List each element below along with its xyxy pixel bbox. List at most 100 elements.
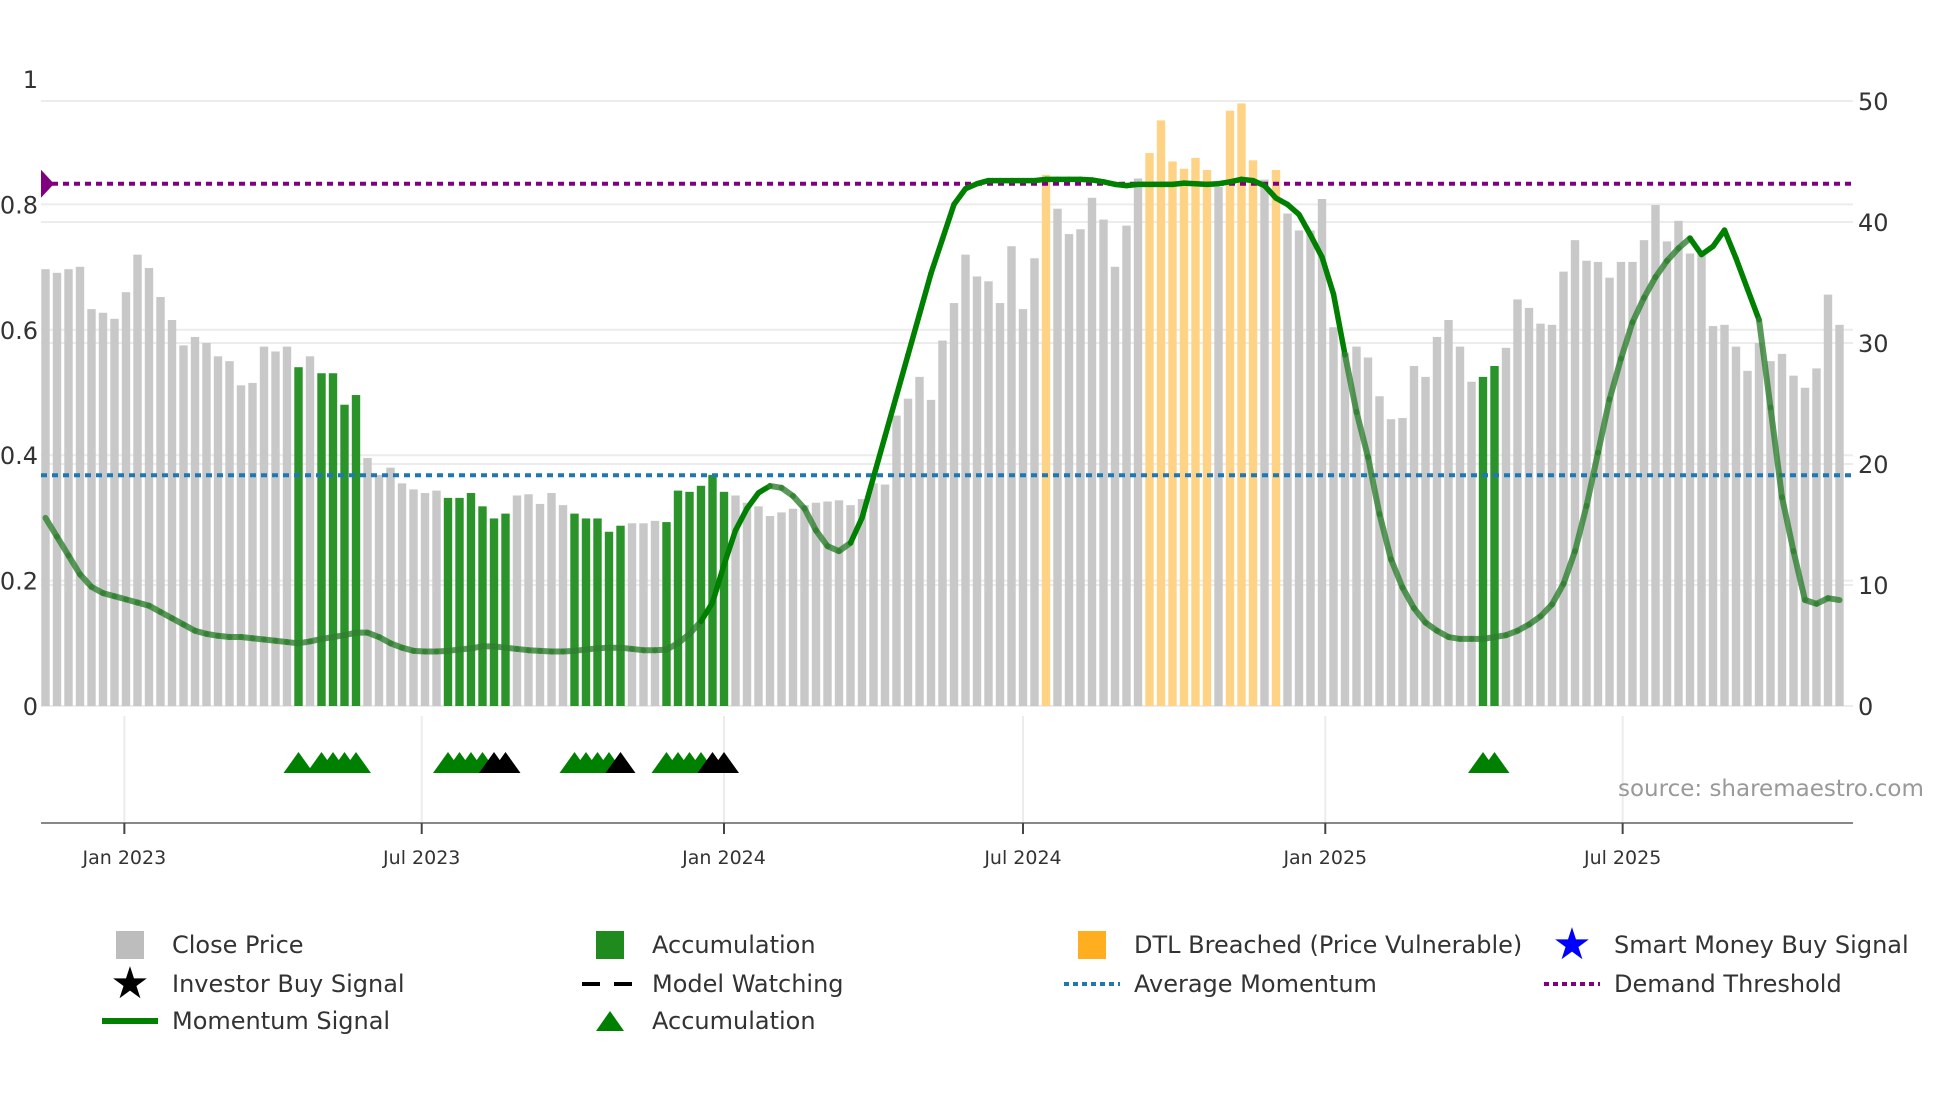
legend-label: DTL Breached (Price Vulnerable) bbox=[1134, 931, 1523, 959]
accumulation-bar bbox=[340, 404, 349, 706]
accumulation-bar bbox=[581, 518, 591, 706]
close-price-bar bbox=[1099, 219, 1108, 706]
left-y-tick-label: 0.4 bbox=[0, 442, 38, 470]
close-price-bar bbox=[1076, 229, 1085, 706]
close-price-bar bbox=[800, 505, 809, 706]
close-price-bar bbox=[524, 494, 533, 706]
close-price-bar bbox=[823, 501, 832, 706]
legend-item-average-momentum[interactable]: Average Momentum bbox=[1064, 967, 1377, 1001]
momentum-segment bbox=[1721, 227, 1739, 262]
legend-item-investor-buy[interactable]: ★ Investor Buy Signal bbox=[102, 962, 404, 1006]
close-price-bar bbox=[1685, 253, 1695, 706]
close-price-bar bbox=[1455, 346, 1465, 706]
close-price-bar bbox=[363, 457, 372, 706]
green-line-icon bbox=[102, 1004, 158, 1038]
left-y-tick-label: 0.2 bbox=[0, 568, 38, 596]
close-price-bar bbox=[1593, 261, 1603, 706]
close-price-bar bbox=[1616, 261, 1626, 706]
close-price-bar bbox=[259, 346, 269, 706]
legend-item-momentum-signal[interactable]: Momentum Signal bbox=[102, 1004, 390, 1038]
legend-item-accumulation-marker[interactable]: Accumulation bbox=[582, 1004, 816, 1038]
close-price-bar bbox=[880, 484, 890, 706]
close-price-bar bbox=[1053, 208, 1062, 706]
close-price-bar bbox=[535, 503, 545, 706]
close-price-bar bbox=[765, 516, 775, 706]
legend-label: Accumulation bbox=[652, 1007, 816, 1035]
close-price-bar bbox=[1570, 240, 1580, 706]
close-price-bar bbox=[1835, 324, 1844, 706]
right-y-tick-label: 50 bbox=[1858, 88, 1889, 116]
momentum-segment bbox=[1825, 595, 1843, 604]
close-price-bar bbox=[926, 399, 936, 706]
close-price-bar bbox=[305, 356, 315, 706]
legend-label: Model Watching bbox=[652, 970, 844, 998]
accumulation-bar bbox=[673, 490, 683, 706]
close-price-bar bbox=[98, 312, 108, 706]
close-price-bar bbox=[386, 467, 395, 706]
legend-item-dtl-breached[interactable]: DTL Breached (Price Vulnerable) bbox=[1064, 928, 1522, 962]
close-price-bar bbox=[156, 297, 165, 706]
momentum-segment bbox=[1744, 286, 1762, 323]
legend-item-model-watching[interactable]: Model Watching bbox=[582, 967, 844, 1001]
close-price-bar bbox=[1559, 271, 1568, 706]
close-price-bar bbox=[121, 292, 131, 706]
dtl-breached-bar bbox=[1156, 120, 1166, 707]
close-price-bar bbox=[1536, 323, 1545, 706]
close-price-bar bbox=[1743, 370, 1752, 706]
close-price-bar bbox=[1294, 230, 1304, 706]
accumulation-bar bbox=[294, 367, 303, 706]
close-price-bar bbox=[834, 500, 844, 706]
legend-item-close-price[interactable]: Close Price bbox=[102, 928, 304, 962]
close-price-bar bbox=[650, 520, 660, 706]
close-price-bar bbox=[1398, 418, 1407, 706]
close-price-bar bbox=[892, 415, 901, 706]
accumulation-bar bbox=[570, 513, 579, 706]
close-price-bar bbox=[167, 320, 177, 706]
close-price-bar bbox=[1064, 234, 1074, 706]
accumulation-bar bbox=[455, 497, 464, 706]
close-price-bar bbox=[1708, 326, 1718, 706]
close-price-bar bbox=[1260, 179, 1269, 706]
close-price-bar bbox=[558, 505, 568, 706]
dtl-breached-bar bbox=[1225, 110, 1235, 707]
close-price-bar bbox=[179, 345, 188, 706]
close-price-bar bbox=[984, 281, 993, 706]
close-price-bar bbox=[282, 346, 292, 706]
dtl-breached-bar bbox=[1041, 174, 1051, 706]
close-price-bar bbox=[1444, 320, 1453, 706]
close-price-bar bbox=[938, 340, 947, 706]
close-price-bar bbox=[1133, 178, 1143, 706]
close-price-bar bbox=[547, 493, 556, 706]
close-price-bar bbox=[1283, 213, 1292, 706]
momentum-segment bbox=[905, 311, 923, 358]
legend-item-demand-threshold[interactable]: Demand Threshold bbox=[1544, 967, 1842, 1001]
accumulation-bar bbox=[478, 506, 487, 706]
dtl-breached-bar bbox=[1271, 169, 1281, 707]
close-price-bar bbox=[374, 474, 384, 706]
legend-label: Momentum Signal bbox=[172, 1007, 391, 1035]
dtl-breached-bar bbox=[1168, 161, 1177, 706]
green-triangle-icon bbox=[582, 1004, 638, 1038]
close-price-bar bbox=[1432, 336, 1442, 706]
accumulation-bar bbox=[501, 513, 510, 706]
close-price-bar bbox=[1030, 258, 1039, 706]
close-price-bar bbox=[236, 385, 246, 706]
legend-item-accumulation-bar[interactable]: Accumulation bbox=[582, 928, 816, 962]
close-price-bar bbox=[1513, 299, 1522, 706]
close-price-bar bbox=[972, 276, 982, 706]
close-price-bar bbox=[1547, 324, 1557, 706]
close-price-bar bbox=[144, 267, 154, 706]
right-y-tick-label: 30 bbox=[1858, 330, 1889, 358]
orange-square-icon bbox=[1064, 928, 1120, 962]
blue-star-icon: ★ bbox=[1552, 919, 1592, 970]
close-price-bar bbox=[1363, 357, 1373, 706]
momentum-segment bbox=[916, 270, 934, 317]
close-price-bar bbox=[1467, 381, 1476, 706]
legend-item-smart-money[interactable]: ★ Smart Money Buy Signal bbox=[1544, 919, 1908, 970]
close-price-bar bbox=[420, 493, 430, 706]
close-price-bar bbox=[75, 266, 85, 706]
x-tick-label: Jan 2024 bbox=[681, 847, 766, 869]
close-price-bar bbox=[777, 512, 786, 706]
x-tick-label: Jan 2023 bbox=[82, 847, 167, 869]
accumulation-bar bbox=[1478, 376, 1488, 706]
